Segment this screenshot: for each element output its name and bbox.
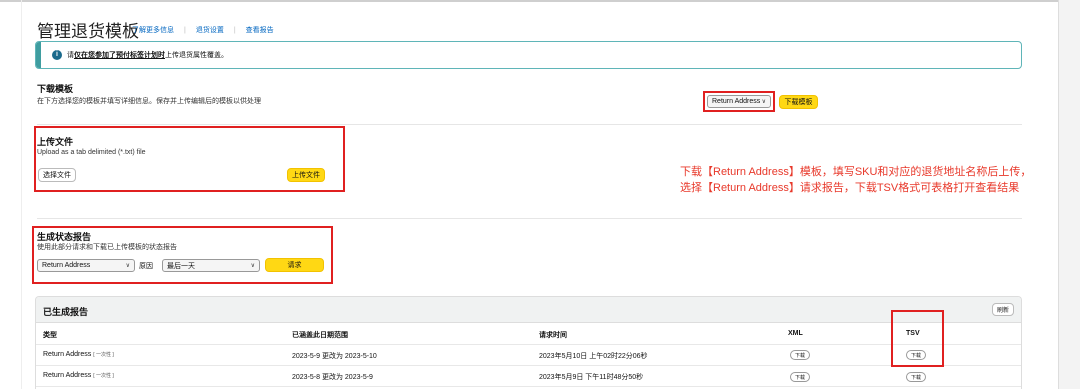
table-row-type: Return Address [ 一次性 ] [43, 351, 114, 358]
link-separator: | [184, 26, 186, 34]
xml-download-button[interactable]: 下载 [790, 372, 810, 382]
info-banner: i 请仅在您参加了预付标签计划时上传退货属性覆盖。 [35, 41, 1022, 69]
row-divider [36, 386, 1021, 387]
refresh-button[interactable]: 刷新 [992, 303, 1014, 316]
reports-title: 已生成报告 [43, 307, 89, 317]
download-template-subtitle: 在下方选择您的模板并填写详细信息。保存并上传编辑后的模板以供处理 [37, 98, 261, 105]
top-border [0, 0, 1058, 2]
banner-accent-strip [36, 42, 41, 68]
chevron-down-icon: ∨ [761, 99, 766, 105]
table-row-request-time: 2023年5月9日 下午11时48分50秒 [539, 374, 644, 381]
chevron-down-icon: ∨ [250, 263, 255, 269]
table-row-request-time: 2023年5月10日 上午02时22分06秒 [539, 353, 648, 360]
info-icon: i [52, 50, 62, 60]
return-settings-link[interactable]: 退货设置 [196, 25, 224, 35]
tsv-download-button[interactable]: 下载 [906, 372, 926, 382]
learn-more-link[interactable]: 了解更多信息 [132, 25, 174, 35]
template-select[interactable]: Return Address ∨ [707, 95, 771, 108]
annotation-note: 下载【Return Address】模板，填写SKU和对应的退货地址名称后上传，… [680, 164, 1031, 196]
generated-reports-panel: 已生成报告 刷新 类型 已涵盖此日期范围 请求时间 XML TSV Return… [35, 296, 1022, 389]
upload-file-title: 上传文件 [37, 137, 74, 147]
view-reports-link[interactable]: 查看报告 [246, 25, 274, 35]
divider [37, 218, 1022, 219]
prepaid-label-program-link[interactable]: 仅在您参加了预付标签计划时 [74, 52, 165, 59]
row-divider [36, 365, 1021, 366]
left-edge-divider [21, 0, 22, 389]
highlight-box-upload [34, 126, 345, 192]
upload-file-button[interactable]: 上传文件 [287, 168, 325, 182]
divider [37, 124, 1022, 125]
chevron-down-icon: ∨ [125, 263, 130, 269]
header-links: 了解更多信息 | 退货设置 | 查看报告 [132, 25, 274, 35]
date-range-select[interactable]: 最后一天 ∨ [162, 259, 260, 272]
upload-file-subtitle: Upload as a tab delimited (*.txt) file [37, 149, 146, 156]
column-header-date-range: 已涵盖此日期范围 [292, 332, 348, 339]
request-button[interactable]: 请求 [265, 258, 324, 272]
link-separator: | [233, 26, 236, 34]
highlight-box-tsv [891, 310, 944, 367]
banner-text: 请仅在您参加了预付标签计划时上传退货属性覆盖。 [67, 52, 228, 59]
download-template-title: 下载模板 [37, 84, 74, 94]
annotation-line-2: 选择【Return Address】请求报告，下载TSV格式可表格打开查看结果 [680, 182, 1020, 194]
status-report-subtitle: 使用此部分请求和下载已上传模板的状态报告 [37, 244, 177, 251]
table-row-range: 2023-5-9 更改为 2023-5-10 [292, 353, 377, 360]
page-title: 管理退货模板 [37, 22, 139, 41]
download-template-button[interactable]: 下载模板 [779, 95, 818, 109]
column-header-xml: XML [788, 330, 803, 337]
reports-header: 已生成报告 刷新 [36, 297, 1021, 323]
annotation-line-1: 下载【Return Address】模板，填写SKU和对应的退货地址名称后上传， [680, 166, 1032, 178]
report-type-select[interactable]: Return Address ∨ [37, 259, 135, 272]
vertical-scrollbar[interactable] [1058, 0, 1080, 389]
table-row-type: Return Address [ 一次性 ] [43, 372, 114, 379]
column-header-type: 类型 [43, 332, 57, 339]
choose-file-button[interactable]: 选择文件 [38, 168, 76, 182]
table-row-range: 2023-5-8 更改为 2023-5-9 [292, 374, 373, 381]
xml-download-button[interactable]: 下载 [790, 350, 810, 360]
column-header-request-time: 请求时间 [539, 332, 567, 339]
reason-label: 原因 [139, 263, 153, 270]
row-divider [36, 344, 1021, 345]
